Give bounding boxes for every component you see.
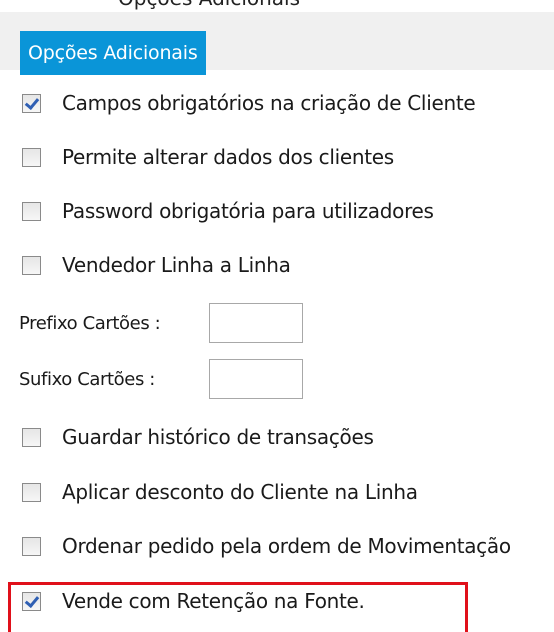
sufixo-cartoes-label: Sufixo Cartões : xyxy=(19,368,155,390)
cropped-title-text: Opções Adicionais xyxy=(118,0,300,10)
option-permite-alterar-dados[interactable]: Permite alterar dados dos clientes xyxy=(22,142,394,172)
checkbox[interactable] xyxy=(22,536,41,556)
option-ordenar-pedido[interactable]: Ordenar pedido pela ordem de Movimentaçã… xyxy=(22,531,511,561)
option-guardar-historico[interactable]: Guardar histórico de transações xyxy=(22,422,374,452)
sufixo-cartoes-row: Sufixo Cartões : xyxy=(19,359,303,399)
option-label: Campos obrigatórios na criação de Client… xyxy=(62,91,476,115)
checkbox[interactable] xyxy=(22,427,41,447)
checkbox[interactable] xyxy=(22,255,41,275)
tab-opcoes-adicionais[interactable]: Opções Adicionais xyxy=(20,31,206,75)
checkbox[interactable] xyxy=(22,482,41,502)
option-aplicar-desconto[interactable]: Aplicar desconto do Cliente na Linha xyxy=(22,477,418,507)
sufixo-cartoes-input[interactable] xyxy=(209,359,303,399)
option-campos-obrigatorios[interactable]: Campos obrigatórios na criação de Client… xyxy=(22,88,476,118)
option-label: Guardar histórico de transações xyxy=(62,425,374,449)
option-label: Vendedor Linha a Linha xyxy=(62,253,291,277)
prefixo-cartoes-input[interactable] xyxy=(209,303,303,343)
prefixo-cartoes-label: Prefixo Cartões : xyxy=(19,312,161,334)
checkbox[interactable] xyxy=(22,591,41,611)
section-header: Opções Adicionais xyxy=(0,12,554,75)
checkbox[interactable] xyxy=(22,93,41,113)
option-label: Aplicar desconto do Cliente na Linha xyxy=(62,480,418,504)
option-label: Ordenar pedido pela ordem de Movimentaçã… xyxy=(62,534,511,558)
option-label: Permite alterar dados dos clientes xyxy=(62,145,394,169)
option-vende-com-retencao[interactable]: Vende com Retenção na Fonte. xyxy=(22,586,365,616)
option-label: Password obrigatória para utilizadores xyxy=(62,199,434,223)
cropped-top-text: Opções Adicionais xyxy=(0,0,554,12)
option-password-obrigatoria[interactable]: Password obrigatória para utilizadores xyxy=(22,196,434,226)
checkbox[interactable] xyxy=(22,147,41,167)
prefixo-cartoes-row: Prefixo Cartões : xyxy=(19,303,303,343)
checkbox[interactable] xyxy=(22,201,41,221)
option-vendedor-linha-a-linha[interactable]: Vendedor Linha a Linha xyxy=(22,250,291,280)
option-label: Vende com Retenção na Fonte. xyxy=(62,589,365,613)
